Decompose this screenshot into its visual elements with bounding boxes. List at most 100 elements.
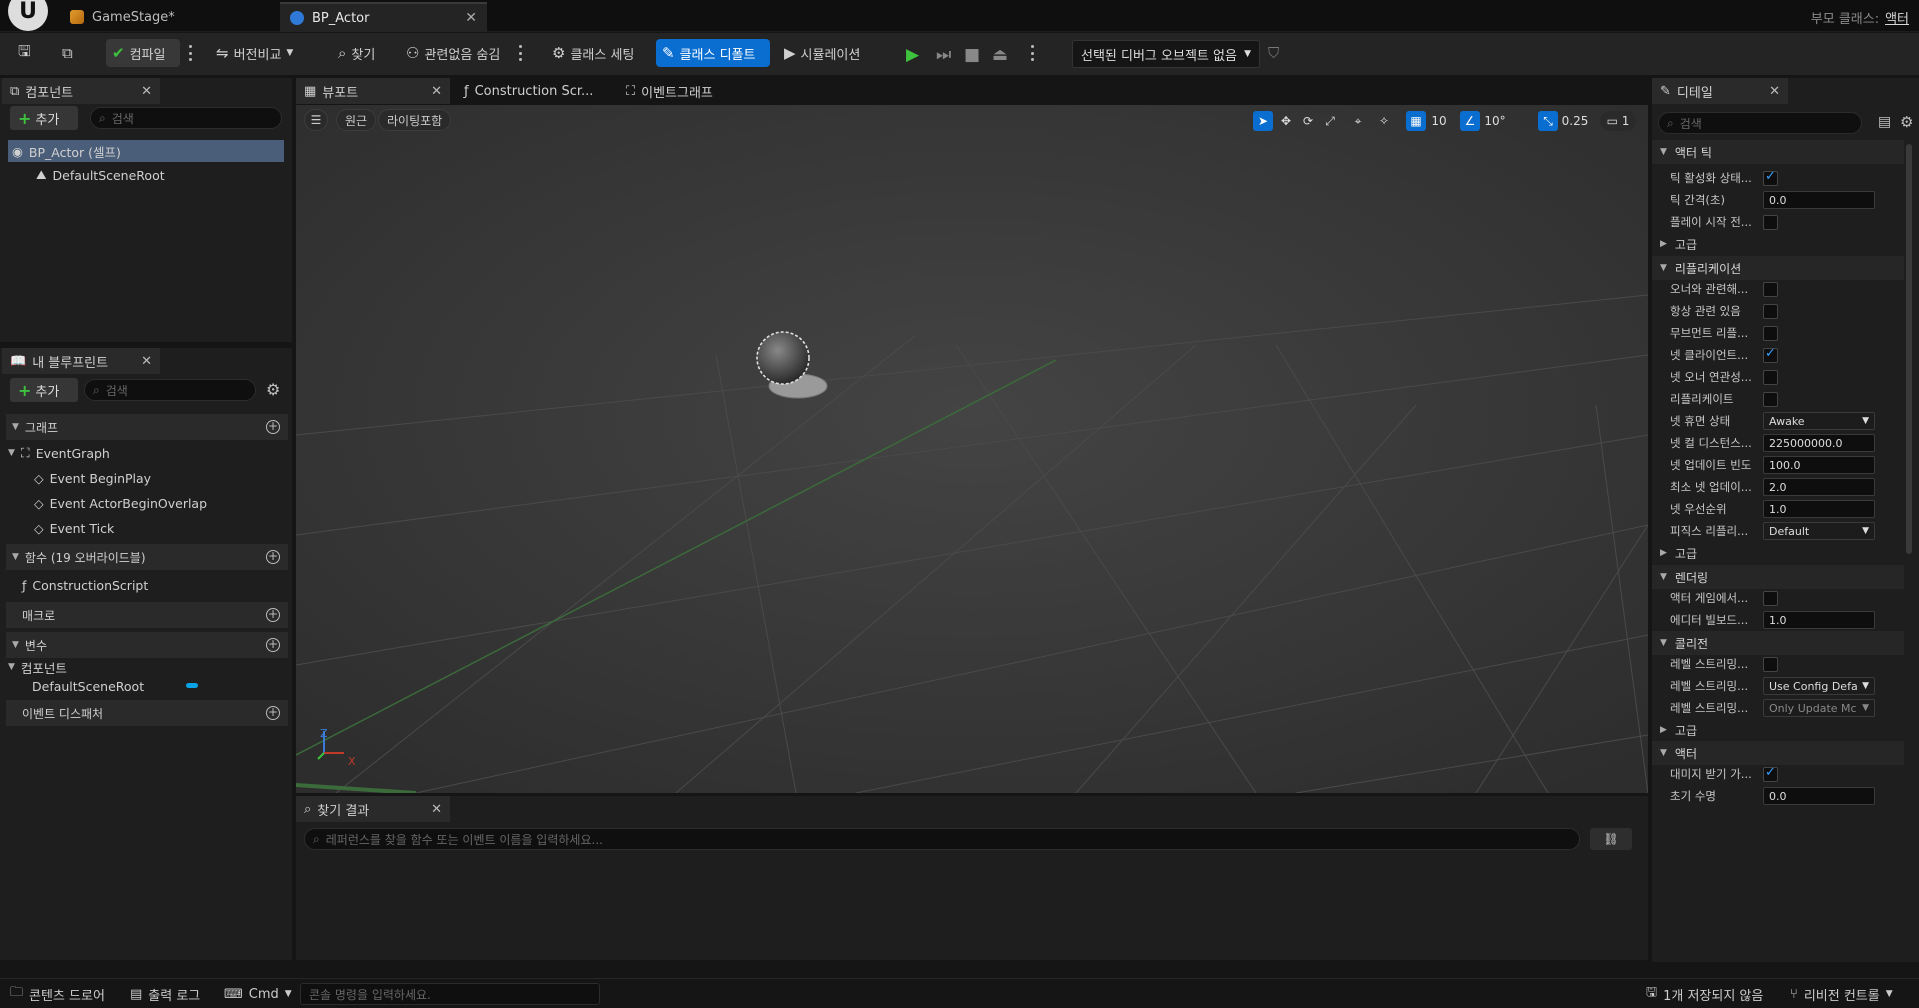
- close-icon[interactable]: ✕: [141, 84, 152, 99]
- tick-interval-field[interactable]: 0.0: [1763, 191, 1875, 209]
- play-options-icon[interactable]: [1030, 45, 1034, 61]
- hide-options-icon[interactable]: [518, 45, 522, 61]
- select-mode-icon[interactable]: ➤: [1253, 111, 1273, 131]
- replicates-checkbox[interactable]: [1763, 391, 1778, 407]
- revision-control-button[interactable]: ⑂ 리비전 컨트롤 ▼: [1790, 984, 1893, 1004]
- rotation-snap-value[interactable]: 10°: [1482, 111, 1508, 131]
- grid-snap-value[interactable]: 10: [1428, 111, 1450, 131]
- step-icon[interactable]: ⏭: [936, 45, 951, 65]
- grid-snap-icon[interactable]: ▦: [1406, 111, 1426, 131]
- details-tab[interactable]: ✎ 디테일 ✕: [1652, 78, 1788, 104]
- simulation-button[interactable]: ▶ 시뮬레이션: [778, 39, 866, 67]
- functions-section-header[interactable]: ▼ 함수 (19 오버라이드블) +: [6, 544, 288, 570]
- scale-snap-value[interactable]: 0.25: [1560, 111, 1590, 131]
- unsaved-button[interactable]: 🖫 1개 저장되지 않음: [1646, 984, 1763, 1004]
- variables-section-header[interactable]: ▼ 변수 +: [6, 632, 288, 658]
- details-search-input[interactable]: ⌕ 검색: [1658, 112, 1862, 134]
- browse-button[interactable]: ⧉: [56, 39, 79, 67]
- rotation-snap-icon[interactable]: ∠: [1460, 111, 1480, 131]
- event-tick-item[interactable]: ◇ Event Tick: [34, 517, 114, 539]
- close-tab-icon[interactable]: ✕: [465, 10, 477, 26]
- components-search-input[interactable]: ⌕ 검색: [90, 107, 282, 129]
- editor-billboard-field[interactable]: 1.0: [1763, 611, 1875, 629]
- add-graph-icon[interactable]: +: [266, 420, 280, 434]
- event-begin-play-item[interactable]: ◇ Event BeginPlay: [34, 467, 151, 489]
- debug-filter-button[interactable]: ⛉: [1262, 39, 1285, 67]
- category-actor[interactable]: ▼ 액터: [1652, 741, 1904, 765]
- net-dormancy-select[interactable]: Awake ▼: [1763, 412, 1875, 430]
- world-space-icon[interactable]: ⌖: [1348, 111, 1368, 131]
- tick-enabled-checkbox[interactable]: [1763, 169, 1778, 186]
- add-function-icon[interactable]: +: [266, 550, 280, 564]
- gear-icon[interactable]: ⚙: [1900, 113, 1913, 131]
- find-references-input[interactable]: ⌕ 레퍼런스를 찾을 함수 또는 이벤트 이름을 입력하세요...: [304, 828, 1580, 850]
- lit-mode-button[interactable]: 라이팅포함: [378, 109, 452, 131]
- find-in-all-button[interactable]: ⛓: [1590, 828, 1632, 850]
- tab-gamestage[interactable]: GameStage*: [60, 2, 275, 32]
- play-icon[interactable]: ▶: [906, 45, 919, 65]
- my-blueprint-tab[interactable]: 📖 내 블루프린트 ✕: [2, 348, 160, 374]
- save-button[interactable]: 🖫: [12, 39, 37, 67]
- diff-button[interactable]: ⇋ 버전비교 ▼: [210, 39, 299, 67]
- compile-button[interactable]: ✔ 컴파일: [106, 39, 180, 67]
- compile-options-icon[interactable]: [188, 45, 192, 61]
- camera-speed-button[interactable]: ▭ 1: [1600, 111, 1636, 131]
- output-log-button[interactable]: ▤ 출력 로그: [130, 984, 200, 1004]
- close-icon[interactable]: ✕: [141, 354, 152, 369]
- tab-bp-actor[interactable]: BP_Actor ✕: [280, 2, 487, 32]
- debug-object-select[interactable]: 선택된 디버그 오브젝트 없음 ▼: [1072, 40, 1260, 68]
- add-component-button[interactable]: + 추가: [10, 106, 78, 130]
- console-input[interactable]: 콘솔 명령을 입력하세요.: [300, 983, 600, 1005]
- tab-viewport[interactable]: ▦ 뷰포트 ✕: [296, 78, 450, 104]
- replicate-movement-checkbox[interactable]: [1763, 325, 1778, 341]
- category-collision[interactable]: ▼ 콜리전: [1652, 631, 1904, 655]
- add-macro-icon[interactable]: +: [266, 608, 280, 622]
- physics-rep-select[interactable]: Default ▼: [1763, 522, 1875, 540]
- variable-default-scene-root[interactable]: DefaultSceneRoot: [32, 676, 202, 696]
- tab-construction-script[interactable]: ƒ Construction Scr...: [456, 78, 616, 104]
- find-button[interactable]: ⌕ 찾기: [332, 39, 381, 67]
- parent-class-link[interactable]: 액터: [1885, 12, 1909, 27]
- initial-life-field[interactable]: 0.0: [1763, 787, 1875, 805]
- net-use-owner-checkbox[interactable]: [1763, 369, 1778, 385]
- level-stream-2-select[interactable]: Use Config Defa ▼: [1763, 677, 1875, 695]
- construction-script-item[interactable]: ƒ ConstructionScript: [22, 574, 148, 596]
- category-replication[interactable]: ▼ 리플리케이션: [1652, 256, 1904, 280]
- event-graph-item[interactable]: ▼ ⛶ EventGraph: [8, 442, 110, 464]
- eject-icon[interactable]: ⏏: [992, 45, 1008, 65]
- find-results-tab[interactable]: ⌕ 찾기 결과 ✕: [296, 796, 450, 822]
- add-dispatcher-icon[interactable]: +: [266, 706, 280, 720]
- close-icon[interactable]: ✕: [1769, 84, 1780, 99]
- components-tab[interactable]: ⧉ 컴포넌트 ✕: [2, 78, 160, 104]
- details-scrollbar[interactable]: [1906, 144, 1912, 554]
- min-net-update-field[interactable]: 2.0: [1763, 478, 1875, 496]
- always-relevant-checkbox[interactable]: [1763, 303, 1778, 319]
- add-member-button[interactable]: + 추가: [10, 378, 78, 402]
- table-view-icon[interactable]: ▤: [1878, 114, 1891, 130]
- viewport[interactable]: ☰ 원근 라이팅포함 ➤ ✥ ⟳ ⤢ ⌖ ✧ ▦ 10 ∠ 10° ⤡ 0.25…: [296, 105, 1648, 793]
- add-variable-icon[interactable]: +: [266, 638, 280, 652]
- event-actor-begin-overlap-item[interactable]: ◇ Event ActorBeginOverlap: [34, 492, 207, 514]
- surface-snap-icon[interactable]: ✧: [1374, 111, 1394, 131]
- perspective-button[interactable]: 원근: [336, 109, 377, 131]
- event-dispatchers-section-header[interactable]: 이벤트 디스패처 +: [6, 700, 288, 726]
- net-priority-field[interactable]: 1.0: [1763, 500, 1875, 518]
- graphs-section-header[interactable]: ▼ 그래프 +: [6, 414, 288, 440]
- component-self[interactable]: ◉ BP_Actor (셀프): [8, 140, 284, 162]
- scale-snap-icon[interactable]: ⤡: [1538, 111, 1558, 131]
- owner-relevant-checkbox[interactable]: [1763, 281, 1778, 297]
- class-settings-button[interactable]: ⚙ 클래스 세팅: [546, 39, 640, 67]
- category-actor-tick[interactable]: ▼ 액터 틱: [1652, 140, 1904, 164]
- variables-components-group[interactable]: ▼ 컴포넌트: [8, 658, 67, 676]
- cmd-select[interactable]: ⌨ Cmd ▼: [224, 984, 292, 1004]
- macros-section-header[interactable]: 매크로 +: [6, 602, 288, 628]
- viewport-menu-button[interactable]: ☰: [304, 109, 328, 131]
- close-icon[interactable]: ✕: [431, 802, 442, 817]
- tab-event-graph[interactable]: ⛶ 이벤트그래프: [618, 78, 768, 104]
- hide-unrelated-button[interactable]: ⚇ 관련없음 숨김: [400, 39, 506, 67]
- category-rendering[interactable]: ▼ 렌더링: [1652, 565, 1904, 589]
- actor-hidden-checkbox[interactable]: [1763, 590, 1778, 606]
- close-icon[interactable]: ✕: [431, 84, 442, 99]
- content-drawer-button[interactable]: 🗀 콘텐츠 드로어: [10, 984, 105, 1004]
- can-be-damaged-checkbox[interactable]: [1763, 765, 1778, 782]
